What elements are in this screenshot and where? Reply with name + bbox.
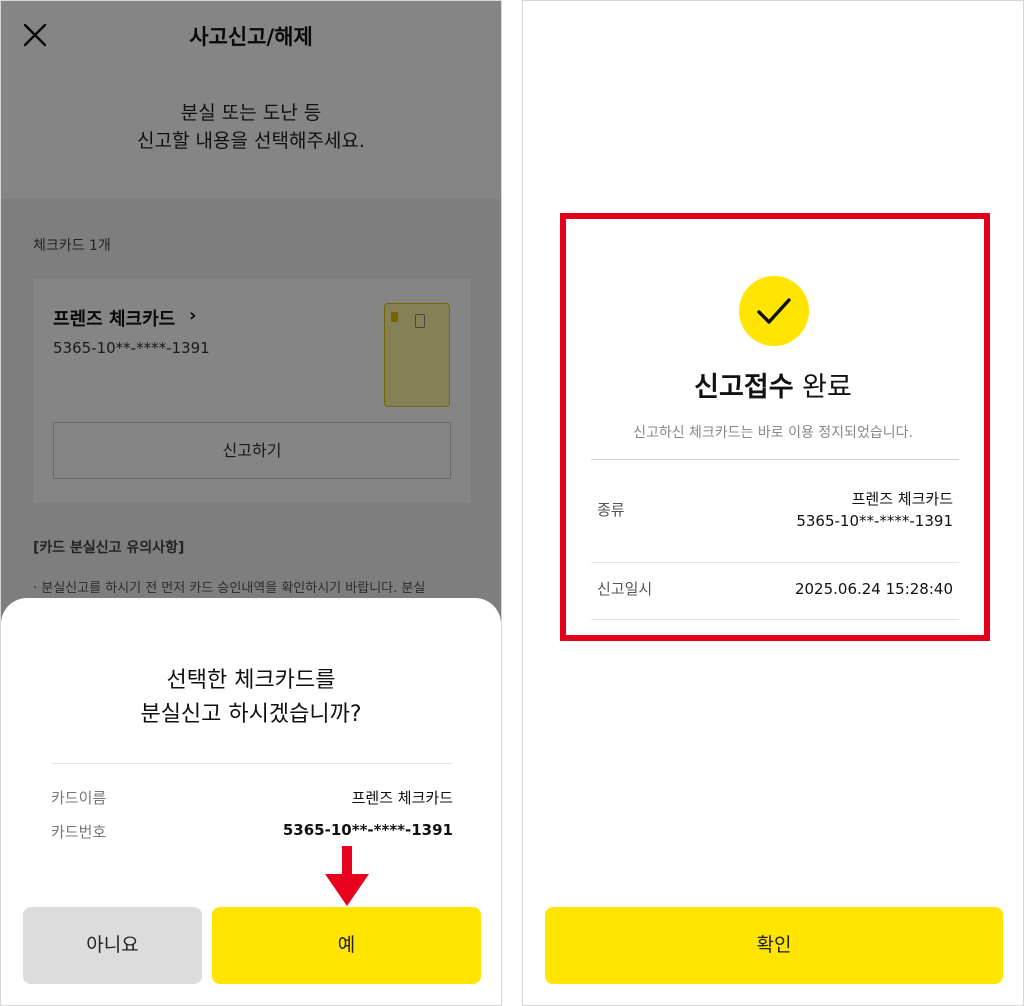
complete-subtitle: 신고하신 체크카드는 바로 이용 정지되었습니다. xyxy=(633,425,913,441)
divider xyxy=(591,459,959,460)
check-icon xyxy=(739,276,809,346)
yes-button[interactable]: 예 xyxy=(212,907,481,984)
report-screen: 사고신고/해제 분실 또는 도난 등 신고할 내용을 선택해주세요. 체크카드 … xyxy=(0,0,502,1006)
no-button[interactable]: 아니요 xyxy=(23,907,202,984)
divider xyxy=(591,562,959,563)
divider xyxy=(51,763,453,764)
type-row: 종류 프렌즈 체크카드 5365-10**-****-1391 xyxy=(597,490,953,530)
confirm-question: 선택한 체크카드를 분실신고 하시겠습니까? xyxy=(140,668,362,727)
divider xyxy=(591,619,959,620)
report-complete-screen: 신고접수 완료 신고하신 체크카드는 바로 이용 정지되었습니다. 종류 프렌즈… xyxy=(522,0,1024,1006)
complete-title: 신고접수 완료 xyxy=(694,372,852,403)
confirm-button[interactable]: 확인 xyxy=(545,907,1003,984)
arrow-down-icon xyxy=(325,846,369,906)
card-number-row: 카드번호 5365-10**-****-1391 xyxy=(51,821,453,841)
report-datetime-row: 신고일시 2025.06.24 15:28:40 xyxy=(597,580,953,598)
card-name-row: 카드이름 프렌즈 체크카드 xyxy=(51,789,453,807)
